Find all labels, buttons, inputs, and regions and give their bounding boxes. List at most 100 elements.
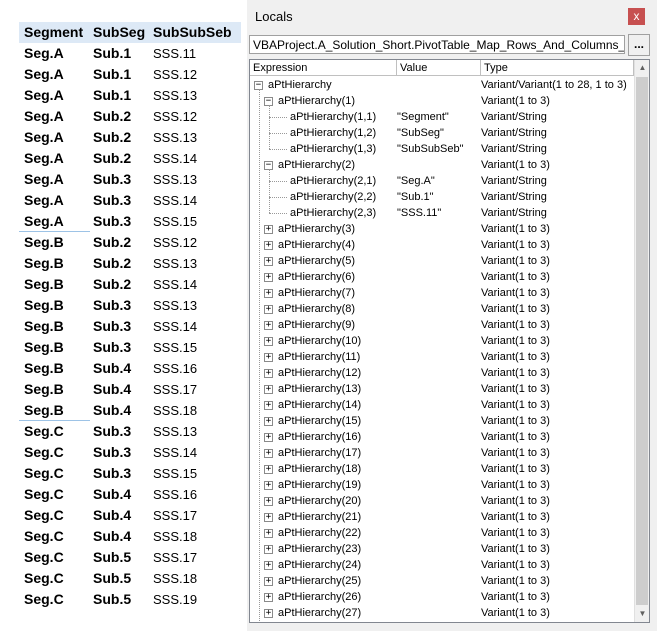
tree-row[interactable]: + aPtHierarchy(5) Variant(1 to 3) [250, 253, 633, 269]
expression-cell[interactable]: aPtHierarchy(5) [278, 253, 355, 269]
pivot-cell-segment[interactable]: Seg.C [24, 549, 64, 565]
pivot-cell-subsubseb[interactable]: SSS.13 [153, 424, 197, 439]
pivot-header-segment[interactable]: Segment [24, 24, 83, 40]
expand-icon[interactable]: + [264, 385, 273, 394]
value-cell[interactable]: "Segment" [397, 109, 449, 125]
expression-cell[interactable]: aPtHierarchy(21) [278, 509, 361, 525]
pivot-cell-subseg[interactable]: Sub.2 [93, 129, 131, 145]
expand-icon[interactable]: + [264, 465, 273, 474]
expression-cell[interactable]: aPtHierarchy(8) [278, 301, 355, 317]
pivot-cell-subsubseb[interactable]: SSS.15 [153, 214, 197, 229]
pivot-cell-subsubseb[interactable]: SSS.15 [153, 466, 197, 481]
pivot-header-subseg[interactable]: SubSeg [93, 24, 145, 40]
tree-row[interactable]: + aPtHierarchy(25) Variant(1 to 3) [250, 573, 633, 589]
pivot-cell-segment[interactable]: Seg.A [24, 171, 64, 187]
pivot-cell-subsubseb[interactable]: SSS.19 [153, 592, 197, 607]
tree-row[interactable]: aPtHierarchy(2,1) "Seg.A" Variant/String [250, 173, 633, 189]
expression-cell[interactable]: aPtHierarchy(25) [278, 573, 361, 589]
tree-row[interactable]: + aPtHierarchy(24) Variant(1 to 3) [250, 557, 633, 573]
pivot-cell-segment[interactable]: Seg.B [24, 276, 64, 292]
pivot-cell-subsubseb[interactable]: SSS.17 [153, 508, 197, 523]
expand-icon[interactable]: + [264, 513, 273, 522]
expand-icon[interactable]: + [264, 289, 273, 298]
pivot-cell-subsubseb[interactable]: SSS.18 [153, 529, 197, 544]
tree-row[interactable]: aPtHierarchy(1,3) "SubSubSeb" Variant/Stri… [250, 141, 633, 157]
pivot-cell-segment[interactable]: Seg.B [24, 297, 64, 313]
pivot-cell-segment[interactable]: Seg.A [24, 108, 64, 124]
value-cell[interactable]: "SubSeg" [397, 125, 444, 141]
pivot-cell-segment[interactable]: Seg.B [24, 234, 64, 250]
tree-row[interactable]: + aPtHierarchy(13) Variant(1 to 3) [250, 381, 633, 397]
scroll-up-icon[interactable]: ▲ [635, 60, 649, 76]
pivot-cell-subsubseb[interactable]: SSS.16 [153, 361, 197, 376]
expression-cell[interactable]: aPtHierarchy(2,2) [290, 189, 376, 205]
expand-icon[interactable]: + [264, 577, 273, 586]
expand-icon[interactable]: + [264, 225, 273, 234]
pivot-cell-subsubseb[interactable]: SSS.17 [153, 550, 197, 565]
tree-row[interactable]: aPtHierarchy(2,3) "SSS.11" Variant/String [250, 205, 633, 221]
pivot-cell-subseg[interactable]: Sub.3 [93, 465, 131, 481]
expression-cell[interactable]: aPtHierarchy(2,1) [290, 173, 376, 189]
tree-row[interactable]: + aPtHierarchy(6) Variant(1 to 3) [250, 269, 633, 285]
expression-cell[interactable]: aPtHierarchy(14) [278, 397, 361, 413]
pivot-cell-segment[interactable]: Seg.C [24, 507, 64, 523]
expression-cell[interactable]: aPtHierarchy(17) [278, 445, 361, 461]
tree-row[interactable]: + aPtHierarchy(27) Variant(1 to 3) [250, 605, 633, 621]
pivot-cell-subseg[interactable]: Sub.2 [93, 234, 131, 250]
expression-cell[interactable]: aPtHierarchy(3) [278, 221, 355, 237]
tree-row[interactable]: + aPtHierarchy(22) Variant(1 to 3) [250, 525, 633, 541]
pivot-cell-subsubseb[interactable]: SSS.14 [153, 445, 197, 460]
expression-cell[interactable]: aPtHierarchy(12) [278, 365, 361, 381]
expression-cell[interactable]: aPtHierarchy(10) [278, 333, 361, 349]
pivot-cell-subsubseb[interactable]: SSS.12 [153, 235, 197, 250]
pivot-cell-segment[interactable]: Seg.B [24, 402, 64, 418]
pivot-cell-subsubseb[interactable]: SSS.13 [153, 130, 197, 145]
pivot-cell-segment[interactable]: Seg.A [24, 213, 64, 229]
expression-cell[interactable]: aPtHierarchy(7) [278, 285, 355, 301]
pivot-cell-subsubseb[interactable]: SSS.14 [153, 151, 197, 166]
expand-icon[interactable]: + [264, 497, 273, 506]
pivot-cell-subseg[interactable]: Sub.3 [93, 213, 131, 229]
pivot-cell-subsubseb[interactable]: SSS.11 [153, 46, 196, 61]
expand-icon[interactable]: + [264, 433, 273, 442]
pivot-cell-segment[interactable]: Seg.A [24, 150, 64, 166]
pivot-cell-segment[interactable]: Seg.B [24, 360, 64, 376]
tree-row[interactable]: + aPtHierarchy(12) Variant(1 to 3) [250, 365, 633, 381]
pivot-cell-subseg[interactable]: Sub.3 [93, 318, 131, 334]
expand-icon[interactable]: + [264, 321, 273, 330]
pivot-cell-subseg[interactable]: Sub.3 [93, 423, 131, 439]
expression-cell[interactable]: aPtHierarchy(27) [278, 605, 361, 621]
pivot-cell-subsubseb[interactable]: SSS.17 [153, 382, 197, 397]
expand-icon[interactable]: + [264, 369, 273, 378]
expand-icon[interactable]: + [264, 561, 273, 570]
tree-row[interactable]: + aPtHierarchy(3) Variant(1 to 3) [250, 221, 633, 237]
pivot-cell-subseg[interactable]: Sub.5 [93, 591, 131, 607]
pivot-cell-subseg[interactable]: Sub.5 [93, 549, 131, 565]
pivot-cell-subsubseb[interactable]: SSS.14 [153, 319, 197, 334]
tree-row[interactable]: aPtHierarchy(2,2) "Sub.1" Variant/String [250, 189, 633, 205]
expand-icon[interactable]: + [264, 401, 273, 410]
pivot-cell-subsubseb[interactable]: SSS.14 [153, 277, 197, 292]
pivot-cell-subseg[interactable]: Sub.1 [93, 87, 131, 103]
pivot-cell-subseg[interactable]: Sub.4 [93, 381, 131, 397]
pivot-cell-subsubseb[interactable]: SSS.13 [153, 172, 197, 187]
tree-row[interactable]: + aPtHierarchy(4) Variant(1 to 3) [250, 237, 633, 253]
call-stack-button[interactable]: ... [628, 34, 650, 56]
pivot-cell-subseg[interactable]: Sub.3 [93, 297, 131, 313]
tree-row[interactable]: + aPtHierarchy(9) Variant(1 to 3) [250, 317, 633, 333]
pivot-cell-segment[interactable]: Seg.A [24, 45, 64, 61]
pivot-cell-segment[interactable]: Seg.C [24, 528, 64, 544]
expression-cell[interactable]: aPtHierarchy(26) [278, 589, 361, 605]
tree-row[interactable]: + aPtHierarchy(14) Variant(1 to 3) [250, 397, 633, 413]
pivot-cell-segment[interactable]: Seg.A [24, 129, 64, 145]
pivot-cell-subseg[interactable]: Sub.3 [93, 171, 131, 187]
pivot-cell-subseg[interactable]: Sub.2 [93, 255, 131, 271]
pivot-cell-subseg[interactable]: Sub.5 [93, 570, 131, 586]
pivot-cell-subseg[interactable]: Sub.2 [93, 276, 131, 292]
scroll-down-icon[interactable]: ▼ [635, 606, 649, 622]
expand-icon[interactable]: + [264, 417, 273, 426]
pivot-cell-segment[interactable]: Seg.A [24, 192, 64, 208]
expression-cell[interactable]: aPtHierarchy(1,1) [290, 109, 376, 125]
expression-cell[interactable]: aPtHierarchy(19) [278, 477, 361, 493]
locals-tree[interactable]: Expression Value Type − aPtHierarchy Varia… [249, 59, 650, 623]
